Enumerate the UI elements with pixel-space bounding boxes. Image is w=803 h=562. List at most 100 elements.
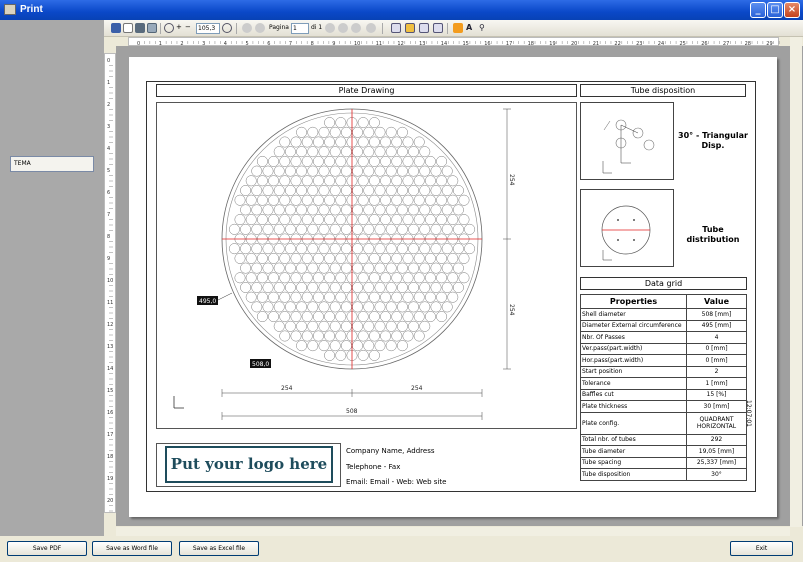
tema-button[interactable]: TEMA: [10, 156, 94, 172]
tube-hole: [324, 252, 336, 264]
company-logo: Put your logo here: [165, 446, 333, 483]
save-word-button[interactable]: Save as Word file: [92, 541, 172, 556]
tube-hole: [324, 136, 336, 148]
tube-hole: [296, 146, 308, 158]
tube-hole: [284, 223, 296, 235]
company-phone: Telephone - Fax: [346, 463, 401, 471]
tube-hole: [402, 252, 414, 264]
table-row: Nbr. Of Passes 4: [580, 331, 747, 344]
multi-page-icon[interactable]: [433, 23, 443, 33]
last-page-icon[interactable]: [338, 23, 348, 33]
tube-hole: [368, 136, 380, 148]
tube-hole: [329, 282, 341, 293]
table-row: Plate config. QUADRANT HORIZONTAL: [580, 411, 747, 435]
save-excel-button[interactable]: Save as Excel file: [179, 541, 259, 556]
new-page-icon[interactable]: [123, 23, 133, 33]
tube-hole: [251, 301, 263, 313]
vertical-ruler-ticks: 0123456789101112131415161718192021: [107, 58, 113, 539]
tube-hole: [408, 262, 420, 274]
tube-hole: [430, 301, 442, 313]
tube-hole: [357, 330, 369, 342]
tube-hole: [402, 136, 414, 148]
zoom-icon[interactable]: [164, 23, 174, 33]
vertical-scrollbar[interactable]: [790, 37, 802, 527]
tube-hole: [251, 223, 263, 235]
ruler-number: 12: [107, 322, 113, 328]
save-icon[interactable]: [111, 23, 121, 33]
page-setup-icon[interactable]: [147, 23, 157, 33]
tube-hole: [458, 194, 470, 206]
zoom-input[interactable]: 105,3: [196, 23, 220, 34]
tube-hole: [234, 252, 246, 264]
tube-hole: [279, 136, 291, 148]
tube-hole: [363, 320, 375, 332]
tube-hole: [357, 291, 369, 303]
table-row: Tube spacing 25,337 [mm]: [580, 456, 747, 469]
tube-hole: [413, 136, 425, 148]
next-page-icon[interactable]: [325, 23, 335, 33]
tube-hole: [385, 301, 397, 313]
tube-hole: [419, 146, 431, 158]
tube-hole: [256, 214, 268, 226]
find-icon[interactable]: ⚲: [479, 23, 489, 33]
tube-hole: [284, 243, 296, 255]
tube-hole: [273, 301, 285, 313]
tube-hole: [284, 204, 296, 216]
close-button[interactable]: ×: [784, 2, 800, 18]
page-number-input[interactable]: 1: [291, 23, 309, 34]
tube-hole: [441, 223, 453, 235]
tube-hole: [251, 185, 263, 196]
tube-hole: [240, 262, 252, 274]
text-icon[interactable]: A: [466, 23, 476, 33]
refresh-icon[interactable]: [351, 23, 361, 33]
tube-hole: [301, 175, 313, 187]
maximize-button[interactable]: □: [767, 2, 783, 18]
prev-page-icon[interactable]: [255, 23, 265, 33]
zoom-dropdown-icon[interactable]: [222, 23, 232, 33]
tube-hole: [413, 252, 425, 264]
value-header: Value: [686, 294, 747, 309]
print-icon[interactable]: [135, 23, 145, 33]
zoom-out-icon[interactable]: −: [185, 23, 195, 33]
property-value: 1 [mm]: [686, 377, 747, 390]
tube-hole: [335, 291, 347, 303]
tube-hole: [452, 204, 464, 216]
tube-hole: [396, 320, 408, 332]
tube-hole: [273, 185, 285, 196]
tube-hole: [424, 252, 436, 264]
tube-hole: [301, 136, 313, 148]
page-total: di 1: [311, 24, 323, 31]
tube-hole: [340, 165, 352, 177]
ruler-number: 2: [107, 102, 110, 108]
minimize-button[interactable]: _: [750, 2, 766, 18]
ruler-number: 8: [107, 234, 110, 240]
tube-hole: [352, 282, 364, 293]
tube-hole: [424, 175, 436, 187]
four-pages-icon[interactable]: [419, 23, 429, 33]
tube-hole: [391, 194, 403, 206]
tube-hole: [318, 223, 330, 235]
tube-hole: [464, 243, 476, 255]
layout-icon[interactable]: [453, 23, 463, 33]
save-pdf-button[interactable]: Save PDF: [7, 541, 87, 556]
tube-hole: [391, 175, 403, 187]
first-page-icon[interactable]: [242, 23, 252, 33]
tube-hole: [234, 272, 246, 284]
ruler-number: 6: [107, 190, 110, 196]
dim-h-total: 508: [346, 408, 358, 415]
single-page-icon[interactable]: [391, 23, 401, 33]
tube-hole: [374, 126, 386, 138]
stop-icon[interactable]: [366, 23, 376, 33]
tube-hole: [262, 165, 274, 177]
tube-hole: [385, 126, 397, 138]
exit-button[interactable]: Exit: [730, 541, 793, 556]
tube-hole: [368, 117, 380, 129]
tube-hole: [279, 194, 291, 206]
tube-hole: [234, 194, 246, 206]
tube-hole: [447, 175, 459, 187]
two-pages-icon[interactable]: [405, 23, 415, 33]
tube-hole: [296, 204, 308, 216]
tube-hole: [251, 204, 263, 216]
tube-hole: [352, 340, 364, 352]
tube-hole: [402, 330, 414, 342]
